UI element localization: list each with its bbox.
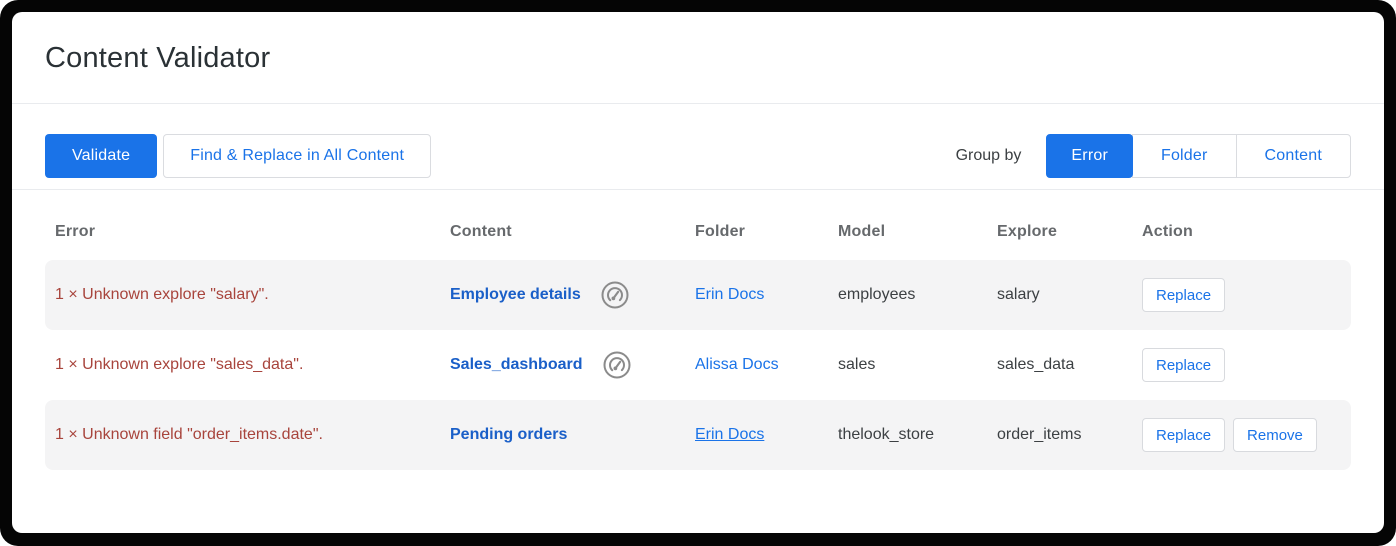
explore-text: order_items	[997, 426, 1142, 444]
replace-button[interactable]: Replace	[1142, 418, 1225, 452]
folder-link[interactable]: Erin Docs	[695, 426, 764, 443]
action-cell: Replace Remove	[1142, 418, 1348, 452]
panel-header: Content Validator	[12, 12, 1384, 103]
toolbar-actions: Validate Find & Replace in All Content	[45, 134, 431, 178]
table-row: 1 × Unknown explore "sales_data". Sales_…	[45, 330, 1351, 400]
table-header-row: Error Content Folder Model Explore Actio…	[45, 204, 1351, 260]
folder-link[interactable]: Alissa Docs	[695, 356, 779, 373]
column-header-explore: Explore	[997, 223, 1142, 241]
dashboard-gauge-icon	[600, 280, 630, 310]
group-by-folder-button[interactable]: Folder	[1132, 134, 1237, 178]
model-text: sales	[838, 356, 997, 374]
action-cell: Replace	[1142, 278, 1348, 312]
group-by-control: Group by Error Folder Content	[956, 134, 1351, 178]
column-header-model: Model	[838, 223, 997, 241]
toolbar: Validate Find & Replace in All Content G…	[12, 104, 1384, 189]
column-header-content: Content	[450, 223, 695, 241]
model-text: employees	[838, 286, 997, 304]
group-by-label: Group by	[956, 147, 1022, 165]
replace-button[interactable]: Replace	[1142, 278, 1225, 312]
validate-button[interactable]: Validate	[45, 134, 157, 178]
content-link[interactable]: Sales_dashboard	[450, 356, 583, 374]
column-header-action: Action	[1142, 223, 1348, 241]
column-header-folder: Folder	[695, 223, 838, 241]
replace-button[interactable]: Replace	[1142, 348, 1225, 382]
find-replace-button[interactable]: Find & Replace in All Content	[163, 134, 431, 178]
remove-button[interactable]: Remove	[1233, 418, 1317, 452]
table-row: 1 × Unknown field "order_items.date". Pe…	[45, 400, 1351, 470]
content-cell: Employee details	[450, 280, 695, 310]
content-link[interactable]: Pending orders	[450, 426, 567, 444]
page-title: Content Validator	[45, 41, 1351, 75]
error-text: 1 × Unknown explore "salary".	[45, 286, 450, 304]
dashboard-gauge-icon	[602, 350, 632, 380]
content-validator-panel: Content Validator Validate Find & Replac…	[12, 12, 1384, 533]
validation-results-table: Error Content Folder Model Explore Actio…	[12, 190, 1384, 470]
error-text: 1 × Unknown field "order_items.date".	[45, 426, 450, 444]
explore-text: salary	[997, 286, 1142, 304]
group-by-content-button[interactable]: Content	[1236, 134, 1351, 178]
group-by-segmented-control: Error Folder Content	[1046, 134, 1351, 178]
explore-text: sales_data	[997, 356, 1142, 374]
content-cell: Pending orders	[450, 426, 695, 444]
window-frame: Content Validator Validate Find & Replac…	[0, 0, 1396, 546]
model-text: thelook_store	[838, 426, 997, 444]
group-by-error-button[interactable]: Error	[1046, 134, 1133, 178]
action-cell: Replace	[1142, 348, 1348, 382]
content-cell: Sales_dashboard	[450, 350, 695, 380]
column-header-error: Error	[45, 223, 450, 241]
content-link[interactable]: Employee details	[450, 286, 581, 304]
table-row: 1 × Unknown explore "salary". Employee d…	[45, 260, 1351, 330]
folder-link[interactable]: Erin Docs	[695, 286, 764, 303]
error-text: 1 × Unknown explore "sales_data".	[45, 356, 450, 374]
